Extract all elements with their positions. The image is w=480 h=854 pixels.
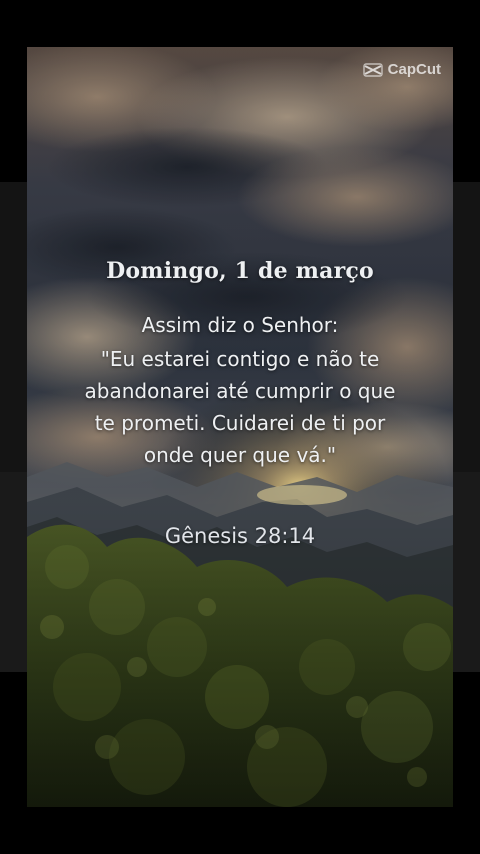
video-screen: CapCut Domingo, 1 de março Assim diz o S…: [0, 0, 480, 854]
verse-reference: Gênesis 28:14: [164, 524, 316, 548]
verse-line: te prometi. Cuidarei de ti por: [94, 411, 386, 435]
capcut-logo-icon: [362, 62, 383, 77]
capcut-watermark: CapCut: [362, 61, 441, 78]
verse-line: abandonarei até cumprir o que: [84, 379, 396, 403]
verse-quote: "Eu estarei contigo e não te abandonarei…: [27, 343, 453, 471]
intro-line: Assim diz o Senhor:: [141, 313, 339, 337]
watermark-label: CapCut: [387, 61, 441, 78]
verse-line: onde quer que vá.": [143, 443, 337, 467]
date-heading: Domingo, 1 de março: [106, 258, 374, 284]
verse-line: "Eu estarei contigo e não te: [100, 347, 380, 371]
devotional-card: CapCut Domingo, 1 de março Assim diz o S…: [27, 47, 453, 807]
